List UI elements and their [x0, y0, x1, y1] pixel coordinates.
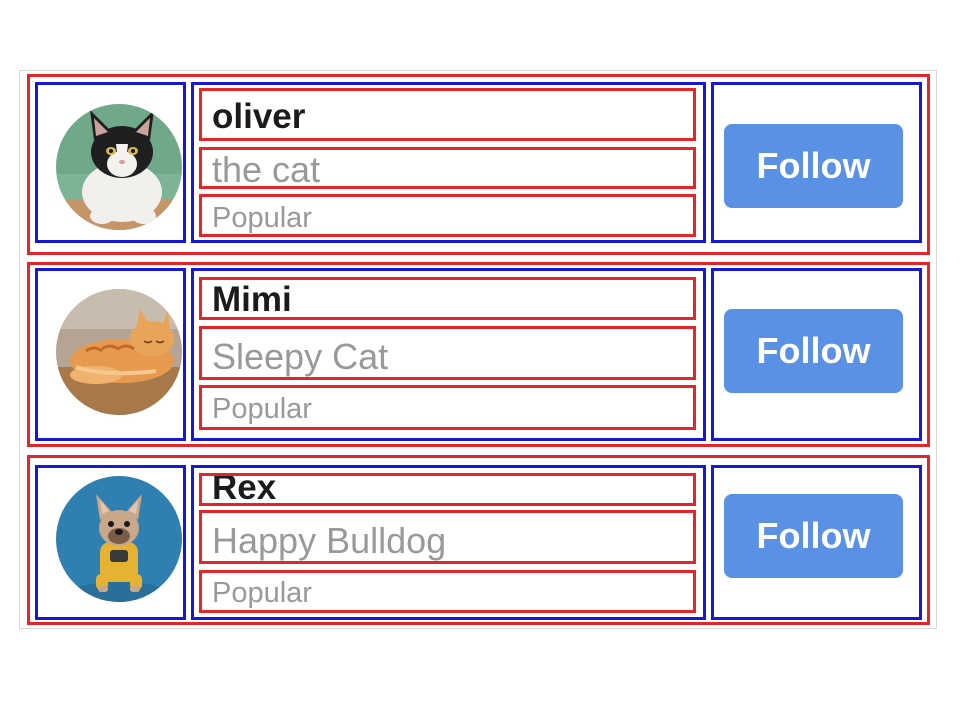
user-name: oliver	[212, 97, 306, 136]
info-cell: Mimi Sleepy Cat Popular	[191, 268, 706, 441]
user-row: Mimi Sleepy Cat Popular Follow	[27, 262, 930, 447]
user-row: Rex Happy Bulldog Popular Follow	[27, 455, 930, 625]
french-bulldog-avatar	[56, 476, 182, 602]
tuxedo-cat-image	[56, 104, 182, 230]
popular-tag: Popular	[212, 393, 312, 425]
action-cell: Follow	[711, 465, 922, 620]
info-cell: Rex Happy Bulldog Popular	[191, 465, 706, 620]
user-row: oliver the cat Popular Follow	[27, 74, 930, 255]
tuxedo-cat-avatar	[56, 104, 182, 230]
tag-field: Popular	[199, 570, 696, 613]
action-cell: Follow	[711, 82, 922, 243]
follow-button[interactable]: Follow	[724, 494, 903, 578]
popular-tag: Popular	[212, 577, 312, 609]
user-name: Mimi	[212, 280, 292, 319]
name-field: oliver	[199, 88, 696, 141]
popular-tag: Popular	[212, 202, 312, 234]
user-description: Happy Bulldog	[212, 520, 447, 561]
tag-field: Popular	[199, 385, 696, 430]
avatar-cell	[35, 268, 186, 441]
name-field: Rex	[199, 473, 696, 506]
avatar-cell	[35, 465, 186, 620]
follow-button[interactable]: Follow	[724, 309, 903, 393]
description-field: Happy Bulldog	[199, 510, 696, 564]
french-bulldog-image	[56, 476, 182, 602]
user-description: the cat	[212, 149, 321, 189]
orange-tabby-cat-image	[56, 289, 182, 415]
info-cell: oliver the cat Popular	[191, 82, 706, 243]
avatar-cell	[35, 82, 186, 243]
tag-field: Popular	[199, 194, 696, 237]
action-cell: Follow	[711, 268, 922, 441]
description-field: the cat	[199, 147, 696, 189]
name-field: Mimi	[199, 277, 696, 320]
follow-button[interactable]: Follow	[724, 124, 903, 208]
description-field: Sleepy Cat	[199, 326, 696, 380]
user-description: Sleepy Cat	[212, 336, 389, 377]
user-name: Rex	[212, 473, 277, 506]
orange-tabby-cat-avatar	[56, 289, 182, 415]
